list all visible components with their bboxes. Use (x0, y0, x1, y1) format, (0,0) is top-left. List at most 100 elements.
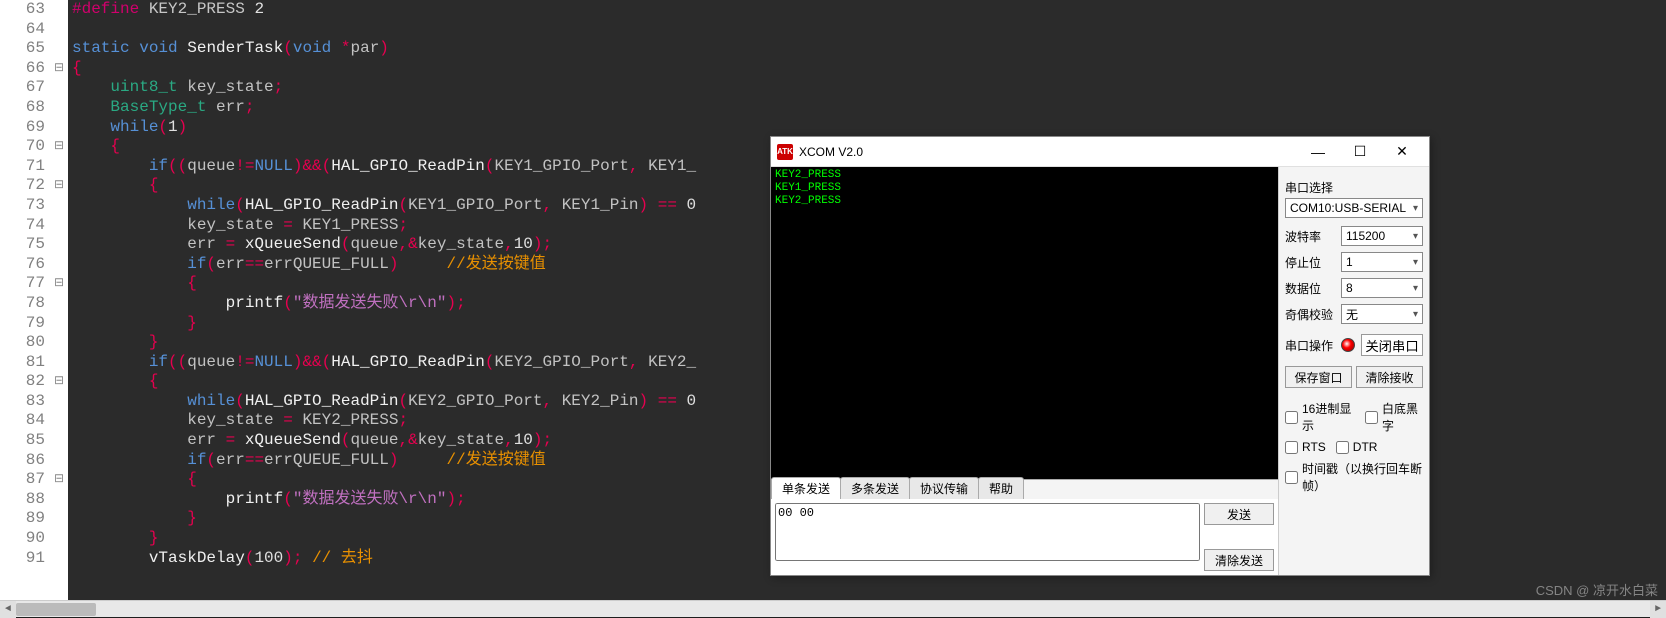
minimize-button[interactable]: — (1297, 138, 1339, 166)
fold-marker-icon (50, 98, 68, 118)
fold-marker-icon (50, 39, 68, 59)
parity-select[interactable]: 无 (1341, 304, 1423, 324)
app-logo-icon: ATK (777, 144, 793, 160)
xcom-window: ATK XCOM V2.0 — ☐ ✕ KEY2_PRESS KEY1_PRES… (770, 136, 1430, 576)
databits-select[interactable]: 8 (1341, 278, 1423, 298)
line-number: 69 (0, 118, 45, 138)
fold-marker-icon[interactable]: ⊟ (50, 372, 68, 392)
line-number: 87 (0, 470, 45, 490)
fold-marker-icon (50, 196, 68, 216)
fold-marker-icon (50, 118, 68, 138)
line-number: 73 (0, 196, 45, 216)
port-select[interactable]: COM10:USB-SERIAL (1285, 198, 1423, 218)
fold-marker-icon[interactable]: ⊟ (50, 59, 68, 79)
scrollbar-thumb[interactable] (16, 603, 96, 616)
line-number: 79 (0, 314, 45, 334)
fold-marker-icon[interactable]: ⊟ (50, 176, 68, 196)
close-port-button[interactable]: 关闭串口 (1361, 334, 1423, 356)
port-label: 串口选择 (1285, 179, 1423, 196)
fold-column: ⊟ ⊟ ⊟ ⊟ ⊟ ⊟ (50, 0, 68, 617)
line-number: 80 (0, 333, 45, 353)
clear-recv-button[interactable]: 清除接收 (1356, 366, 1423, 388)
fold-marker-icon (50, 294, 68, 314)
line-number: 68 (0, 98, 45, 118)
hex-display-checkbox[interactable]: 16进制显示 (1285, 400, 1355, 434)
stopbits-label: 停止位 (1285, 254, 1335, 271)
port-status-icon (1341, 338, 1355, 352)
code-line[interactable]: BaseType_t err; (72, 98, 1666, 118)
parity-label: 奇偶校验 (1285, 306, 1335, 323)
fold-marker-icon[interactable]: ⊟ (50, 470, 68, 490)
code-line[interactable]: uint8_t key_state; (72, 78, 1666, 98)
send-input[interactable] (775, 503, 1200, 561)
rts-checkbox[interactable]: RTS (1285, 440, 1326, 454)
window-title: XCOM V2.0 (799, 145, 863, 159)
line-number: 67 (0, 78, 45, 98)
code-line[interactable] (72, 20, 1666, 40)
tab-0[interactable]: 单条发送 (771, 477, 841, 499)
scroll-right-icon[interactable]: ► (1650, 601, 1666, 618)
line-number: 64 (0, 20, 45, 40)
fold-marker-icon (50, 157, 68, 177)
send-button[interactable]: 发送 (1204, 503, 1274, 525)
save-window-button[interactable]: 保存窗口 (1285, 366, 1352, 388)
fold-marker-icon (50, 509, 68, 529)
line-number: 71 (0, 157, 45, 177)
stopbits-select[interactable]: 1 (1341, 252, 1423, 272)
fold-marker-icon (50, 411, 68, 431)
baud-select[interactable]: 115200 (1341, 226, 1423, 246)
port-op-label: 串口操作 (1285, 337, 1335, 354)
fold-marker-icon (50, 235, 68, 255)
fold-marker-icon[interactable]: ⊟ (50, 274, 68, 294)
fold-marker-icon (50, 529, 68, 549)
line-number: 66 (0, 59, 45, 79)
line-number: 74 (0, 216, 45, 236)
code-line[interactable]: { (72, 59, 1666, 79)
fold-marker-icon (50, 314, 68, 334)
scroll-left-icon[interactable]: ◄ (0, 601, 16, 618)
code-line[interactable]: while(1) (72, 118, 1666, 138)
line-number: 89 (0, 509, 45, 529)
serial-settings-panel: 串口选择 COM10:USB-SERIAL 波特率 115200 停止位 1 数… (1279, 167, 1429, 575)
line-number: 81 (0, 353, 45, 373)
line-number: 91 (0, 549, 45, 569)
fold-marker-icon (50, 451, 68, 471)
send-tabs: 单条发送多条发送协议传输帮助 (771, 479, 1278, 499)
fold-marker-icon (50, 255, 68, 275)
databits-label: 数据位 (1285, 280, 1335, 297)
maximize-button[interactable]: ☐ (1339, 138, 1381, 166)
code-line[interactable]: #define KEY2_PRESS 2 (72, 0, 1666, 20)
line-number: 78 (0, 294, 45, 314)
tab-3[interactable]: 帮助 (978, 477, 1024, 499)
line-number: 88 (0, 490, 45, 510)
tab-2[interactable]: 协议传输 (909, 477, 979, 499)
white-bg-checkbox[interactable]: 白底黑字 (1365, 400, 1423, 434)
code-line[interactable]: static void SenderTask(void *par) (72, 39, 1666, 59)
clear-send-button[interactable]: 清除发送 (1204, 549, 1274, 571)
fold-marker-icon[interactable]: ⊟ (50, 137, 68, 157)
line-number: 72 (0, 176, 45, 196)
horizontal-scrollbar[interactable]: ◄ ► (0, 600, 1666, 617)
timestamp-checkbox[interactable]: 时间戳（以换行回车断帧） (1285, 460, 1423, 494)
line-number: 76 (0, 255, 45, 275)
titlebar[interactable]: ATK XCOM V2.0 — ☐ ✕ (771, 137, 1429, 167)
close-button[interactable]: ✕ (1381, 138, 1423, 166)
watermark: CSDN @ 凉开水白菜 (1536, 580, 1658, 599)
dtr-checkbox[interactable]: DTR (1336, 440, 1378, 454)
line-number: 63 (0, 0, 45, 20)
line-number: 83 (0, 392, 45, 412)
fold-marker-icon (50, 78, 68, 98)
line-number: 85 (0, 431, 45, 451)
fold-marker-icon (50, 392, 68, 412)
fold-marker-icon (50, 353, 68, 373)
line-number: 86 (0, 451, 45, 471)
fold-marker-icon (50, 490, 68, 510)
serial-terminal[interactable]: KEY2_PRESS KEY1_PRESS KEY2_PRESS (771, 167, 1278, 479)
fold-marker-icon (50, 20, 68, 40)
line-number: 82 (0, 372, 45, 392)
line-number: 70 (0, 137, 45, 157)
line-number: 77 (0, 274, 45, 294)
fold-marker-icon (50, 216, 68, 236)
fold-marker-icon (50, 431, 68, 451)
tab-1[interactable]: 多条发送 (840, 477, 910, 499)
